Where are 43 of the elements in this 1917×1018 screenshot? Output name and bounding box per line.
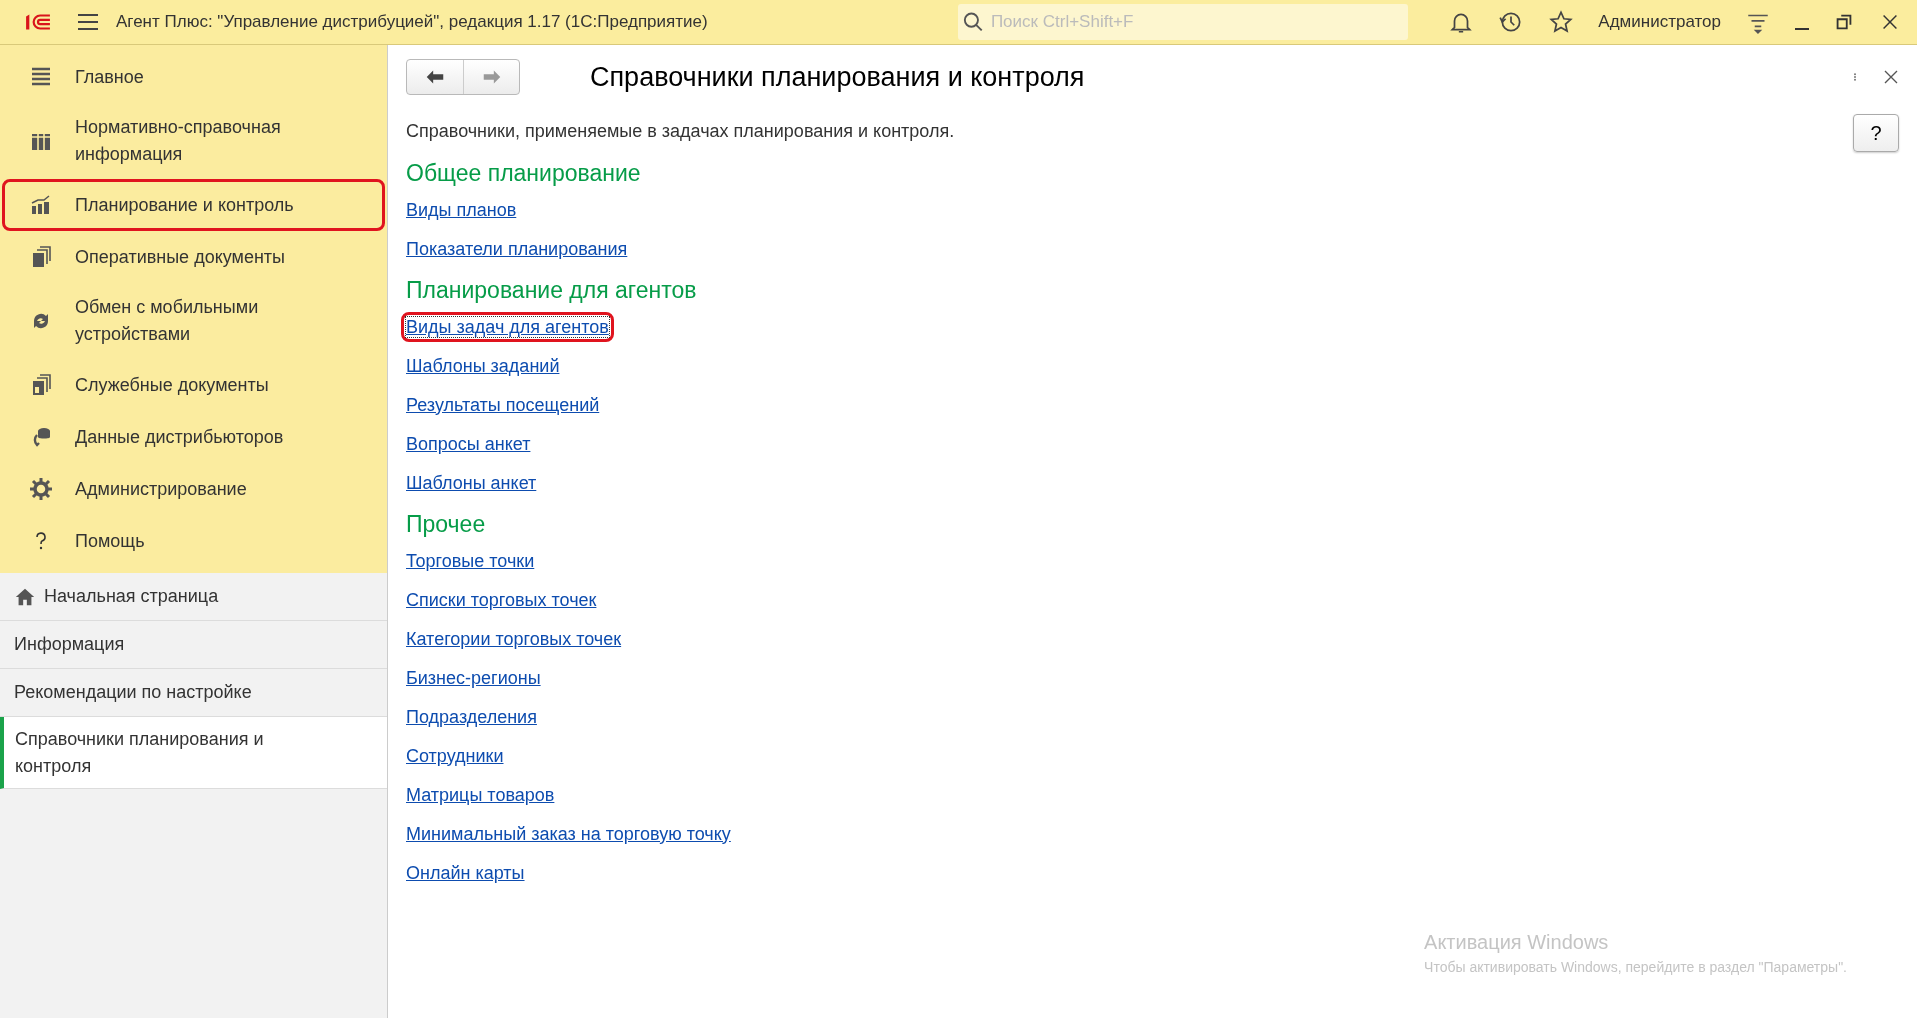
- link[interactable]: Минимальный заказ на торговую точку: [401, 818, 736, 849]
- link[interactable]: Сотрудники: [401, 740, 509, 771]
- sidebar-item[interactable]: Нормативно-справочная информация: [2, 103, 385, 179]
- link[interactable]: Показатели планирования: [401, 233, 633, 264]
- star-button[interactable]: [1548, 9, 1575, 35]
- link[interactable]: Шаблоны анкет: [401, 467, 542, 498]
- link[interactable]: Виды задач для агентов: [401, 311, 614, 342]
- link[interactable]: Торговые точки: [401, 545, 540, 576]
- close-form-button[interactable]: [1883, 69, 1899, 86]
- link[interactable]: Онлайн карты: [401, 857, 530, 888]
- search-icon: [962, 10, 985, 34]
- group-heading: Общее планирование: [406, 158, 642, 188]
- sidebar-item[interactable]: Обмен с мобильными устройствами: [2, 283, 385, 359]
- sidebar-item[interactable]: Данные дистрибьюторов: [2, 411, 385, 463]
- sidebar-item[interactable]: Оперативные документы: [2, 231, 385, 283]
- link[interactable]: Вопросы анкет: [401, 428, 536, 459]
- activation-title: Активация Windows: [1424, 930, 1610, 955]
- link[interactable]: Подразделения: [401, 701, 542, 732]
- minimize-icon: [1795, 28, 1809, 30]
- open-page-tab[interactable]: Справочники планирования и контроля: [0, 717, 387, 789]
- link[interactable]: Шаблоны заданий: [401, 350, 565, 381]
- group-heading: Прочее: [406, 509, 487, 539]
- description: Справочники, применяемые в задачах планирования и контроля.: [406, 119, 956, 143]
- sidebar-item[interactable]: Служебные документы: [2, 359, 385, 411]
- help-button[interactable]: ?: [1853, 113, 1899, 152]
- user-name: Администратор: [1598, 11, 1721, 34]
- settings-icon: [29, 477, 53, 501]
- link[interactable]: Списки торговых точек: [401, 584, 602, 615]
- link[interactable]: Виды планов: [401, 194, 522, 225]
- window-title: Агент Плюс: "Управление дистрибуцией", редакция 1.17 (1С:Предприятие): [116, 11, 708, 34]
- link[interactable]: Матрицы товаров: [401, 779, 560, 810]
- sidebar-item[interactable]: Планирование и контроль: [2, 179, 385, 231]
- form-title: Справочники планирования и контроля: [590, 61, 1085, 94]
- group-heading: Планирование для агентов: [406, 275, 698, 305]
- link[interactable]: Категории торговых точек: [401, 623, 627, 654]
- sidebar-item[interactable]: Главное: [2, 51, 385, 103]
- activation-text: Чтобы активировать Windows, перейдите в раздел "Параметры".: [1424, 958, 1847, 977]
- link[interactable]: Результаты посещений: [401, 389, 605, 420]
- link[interactable]: Бизнес-регионы: [401, 662, 546, 693]
- sidebar-item[interactable]: Администрирование: [2, 463, 385, 515]
- sidebar-item[interactable]: Помощь: [2, 515, 385, 567]
- close-icon: [1883, 69, 1899, 86]
- star-icon: [1548, 9, 1575, 35]
